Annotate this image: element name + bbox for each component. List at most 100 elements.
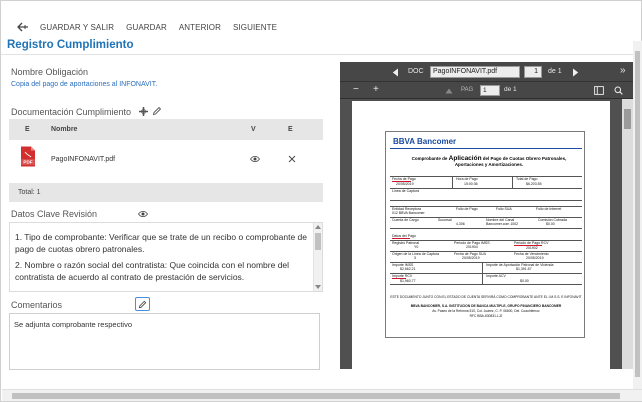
save-and-exit-button[interactable]: GUARDAR Y SALIR	[40, 23, 114, 32]
comments-label: Comentarios	[11, 300, 63, 310]
payment-receipt: BBVA Bancomer Comprobante de Aplicación …	[385, 131, 585, 338]
page-vertical-scrollbar[interactable]	[633, 41, 642, 389]
receipt-infonavit-value: $1,391.57	[516, 267, 532, 271]
receipt-footer-note: ESTE DOCUMENTO JUNTO CON EL ESTADO DE CU…	[390, 295, 582, 299]
viewer-scrollbar[interactable]	[622, 99, 633, 369]
receipt-acv-value: $0.00	[520, 279, 529, 283]
documents-table: E Nombre V E PDF PagoINFONAVIT.pdf Total…	[9, 119, 323, 202]
edit-documents-icon[interactable]	[151, 105, 163, 117]
receipt-vrule	[452, 176, 453, 188]
receipt-registro-value: Y0	[414, 245, 419, 249]
app-window: GUARDAR Y SALIR GUARDAR ANTERIOR SIGUIEN…	[0, 0, 642, 402]
receipt-vencimiento-value: 20/05/2019	[526, 256, 544, 260]
review-text-area[interactable]: 1. Tipo de comprobante: Verificar que se…	[9, 222, 323, 292]
back-arrow-icon[interactable]	[16, 20, 30, 34]
viewer-scroll-thumb[interactable]	[624, 109, 631, 129]
column-header-delete: E	[288, 126, 293, 133]
expand-icon[interactable]: »	[620, 65, 626, 76]
scroll-up-icon[interactable]	[315, 225, 321, 229]
receipt-periodo-imss-value: 201904	[466, 245, 478, 249]
title-divider	[1, 54, 641, 55]
receipt-canal-value: Bancomer.com 1002	[486, 222, 519, 226]
receipt-sucursal-label: Sucursal	[438, 218, 452, 222]
table-row: PDF PagoINFONAVIT.pdf	[9, 140, 323, 183]
next-doc-icon[interactable]	[570, 67, 580, 77]
receipt-footer-bank: BBVA BANCOMER, S.A. INSTITUCION DE BANCA…	[410, 304, 562, 308]
add-document-icon[interactable]	[137, 105, 149, 117]
next-button[interactable]: SIGUIENTE	[233, 23, 277, 32]
receipt-folio-pago: Folio de Pago	[456, 207, 478, 211]
pdf-file-icon[interactable]: PDF	[18, 145, 38, 167]
page-up-icon[interactable]	[444, 86, 454, 95]
receipt-vrule	[482, 262, 483, 284]
obligation-label: Nombre Obligación	[11, 67, 89, 77]
receipt-hora-label: Hora de Pago	[456, 177, 478, 181]
table-header: E Nombre V E	[9, 119, 323, 140]
horizontal-scroll-thumb[interactable]	[12, 393, 620, 399]
doc-name-field[interactable]: PagoINFONAVIT.pdf	[430, 66, 520, 78]
toolbar: GUARDAR Y SALIR GUARDAR ANTERIOR SIGUIEN…	[2, 13, 642, 41]
receipt-periodo-rcv-value: 201902	[526, 246, 538, 250]
receipt-origen-value: 3	[414, 256, 416, 260]
comments-value: Se adjunta comprobante respectivo	[14, 320, 132, 329]
edit-comment-button[interactable]	[135, 297, 150, 311]
receipt-folio-internet: Folio de Internet	[536, 207, 562, 211]
scroll-down-icon[interactable]	[315, 285, 321, 289]
viewer-doc-bar: DOC PagoINFONAVIT.pdf 1 de 1 »	[340, 62, 633, 82]
doc-label: DOC	[408, 68, 424, 75]
column-header-name: Nombre	[51, 126, 78, 133]
receipt-folio-sua: Folio SUA	[496, 207, 512, 211]
receipt-vrule	[512, 176, 513, 188]
viewer-canvas: BBVA Bancomer Comprobante de Aplicación …	[340, 99, 633, 369]
total-count: Total: 1	[18, 189, 41, 196]
page-number-field[interactable]: 1	[480, 85, 500, 96]
receipt-entidad-value: 012 BBVA Bancomer	[392, 211, 425, 215]
zoom-in-button[interactable]: +	[373, 84, 379, 95]
receipt-fecha-value: 20/05/2019	[396, 182, 414, 186]
page-count: de 1	[504, 86, 517, 93]
viewer-page-bar: − + PAG 1 de 1	[340, 82, 633, 99]
obligation-value: Copia del pago de aportaciones al INFONA…	[11, 81, 158, 88]
scroll-thumb[interactable]	[315, 233, 321, 250]
close-icon[interactable]	[286, 154, 298, 164]
previous-button[interactable]: ANTERIOR	[179, 23, 221, 32]
receipt-acv-label: Importe ACV	[486, 274, 506, 278]
receipt-footer-address: Av. Paseo de la Reforma 510, Col. Juárez…	[432, 309, 540, 313]
receipt-total-label: Total de Pago	[516, 177, 538, 181]
pdf-viewer: DOC PagoINFONAVIT.pdf 1 de 1 » − + PAG 1…	[340, 62, 633, 369]
pdf-page: BBVA Bancomer Comprobante de Aplicación …	[352, 101, 610, 369]
page-horizontal-scrollbar[interactable]	[2, 389, 642, 401]
document-name[interactable]: PagoINFONAVIT.pdf	[51, 156, 115, 163]
page-label: PAG	[461, 87, 474, 93]
receipt-imss-value: $2,662.21	[400, 267, 416, 271]
receipt-heading: Comprobante de Aplicación del Pago de Cu…	[411, 155, 567, 167]
previous-doc-icon[interactable]	[390, 67, 400, 77]
receipt-footer-rfc: RFC BBA-830831-LJ2	[469, 314, 503, 318]
eye-icon[interactable]	[249, 154, 261, 164]
review-label: Datos Clave Revisión	[11, 209, 98, 219]
doc-number-field[interactable]: 1	[524, 66, 542, 78]
pencil-icon	[138, 300, 147, 308]
page-scroll-thumb[interactable]	[635, 51, 640, 377]
save-button[interactable]: GUARDAR	[126, 23, 167, 32]
zoom-out-button[interactable]: −	[353, 84, 359, 95]
highlight-underline	[392, 238, 410, 239]
column-header-view: V	[251, 126, 256, 133]
receipt-rule	[390, 284, 582, 285]
pdf-badge: PDF	[23, 159, 32, 164]
comments-field[interactable]: Se adjunta comprobante respectivo	[9, 313, 320, 370]
table-total-row: Total: 1	[9, 183, 323, 202]
brand-rule	[390, 148, 582, 149]
column-header-e: E	[25, 126, 30, 133]
page-title: Registro Cumplimiento	[7, 39, 134, 51]
eye-icon[interactable]	[137, 209, 149, 219]
sidebar-toggle-icon[interactable]	[593, 85, 604, 96]
receipt-rule	[390, 176, 582, 177]
search-icon[interactable]	[613, 85, 624, 96]
receipt-cuenta-label: Cuenta de Cargo	[392, 218, 419, 222]
review-item-2: 2. Nombre o razón social del contratista…	[15, 260, 290, 282]
receipt-rule	[390, 200, 582, 201]
doc-count: de 1	[548, 68, 562, 75]
documents-label: Documentación Cumplimiento	[11, 107, 132, 117]
review-scrollbar[interactable]	[313, 223, 322, 291]
